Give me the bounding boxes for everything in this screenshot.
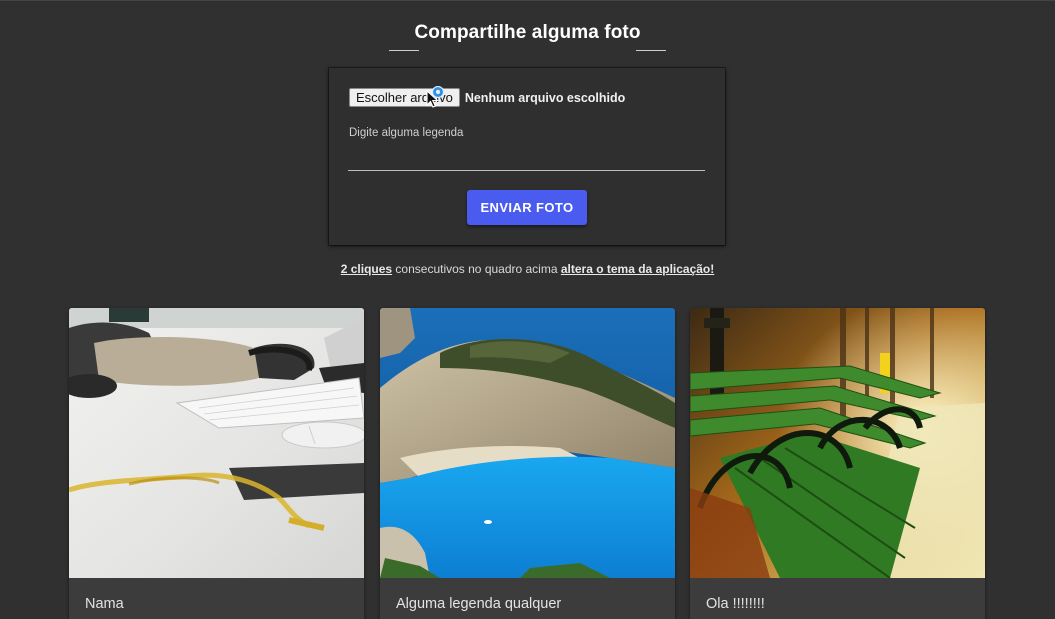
page-title: Compartilhe alguma foto	[414, 22, 641, 43]
photo-caption: Alguma legenda qualquer	[396, 596, 562, 612]
send-photo-button[interactable]: ENVIAR FOTO	[467, 190, 587, 225]
title-underline-left	[389, 50, 419, 51]
photo-card[interactable]: Ola !!!!!!!!	[690, 308, 985, 619]
title-underline-right	[636, 50, 666, 51]
caption-label: Digite alguma legenda	[349, 127, 464, 139]
park-green-bench-photo	[690, 308, 985, 578]
mouse-pointer-icon	[425, 85, 445, 108]
photo-caption: Ola !!!!!!!!	[706, 596, 765, 612]
file-status-text: Nenhum arquivo escolhido	[464, 90, 626, 105]
hint-middle-text: consecutivos no quadro acima	[392, 262, 561, 276]
caption-input[interactable]	[348, 148, 705, 171]
beach-cove-cliff-photo	[380, 308, 675, 578]
upload-form-card: Escolher arquivo Nenhum arquivo escolhid…	[329, 68, 725, 245]
theme-link[interactable]: altera o tema da aplicação!	[561, 262, 714, 276]
photo-caption: Nama	[85, 596, 124, 612]
clicks-link[interactable]: 2 cliques	[341, 262, 392, 276]
desk-keyboard-mouse-photo	[69, 308, 364, 578]
file-picker: Escolher arquivo Nenhum arquivo escolhid…	[349, 88, 625, 107]
photo-card[interactable]: Alguma legenda qualquer	[380, 308, 675, 619]
theme-hint: 2 cliques consecutivos no quadro acima a…	[0, 262, 1055, 276]
app-page: Compartilhe alguma foto Escolher arquivo…	[0, 0, 1055, 619]
page-header: Compartilhe alguma foto	[0, 22, 1055, 44]
photo-card[interactable]: Nama	[69, 308, 364, 619]
top-border	[0, 0, 1055, 1]
